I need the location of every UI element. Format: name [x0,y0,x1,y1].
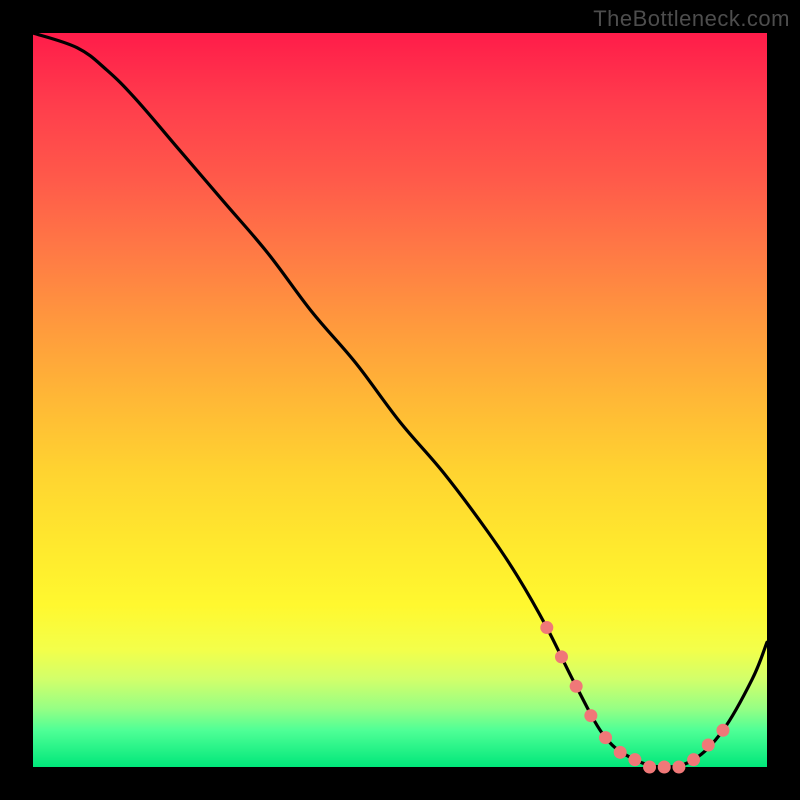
marker-point [584,709,597,722]
marker-point [672,761,685,774]
marker-point [628,753,641,766]
marker-point [716,724,729,737]
marker-point [687,753,700,766]
marker-point [599,731,612,744]
marker-point [540,621,553,634]
marker-point [702,738,715,751]
plot-area [33,33,767,767]
marker-point [555,650,568,663]
highlighted-points [540,621,729,773]
marker-point [658,761,671,774]
chart-frame: TheBottleneck.com [0,0,800,800]
curve-svg [33,33,767,767]
marker-point [614,746,627,759]
bottleneck-curve [33,33,767,767]
watermark-text: TheBottleneck.com [593,6,790,32]
marker-point [570,680,583,693]
marker-point [643,761,656,774]
